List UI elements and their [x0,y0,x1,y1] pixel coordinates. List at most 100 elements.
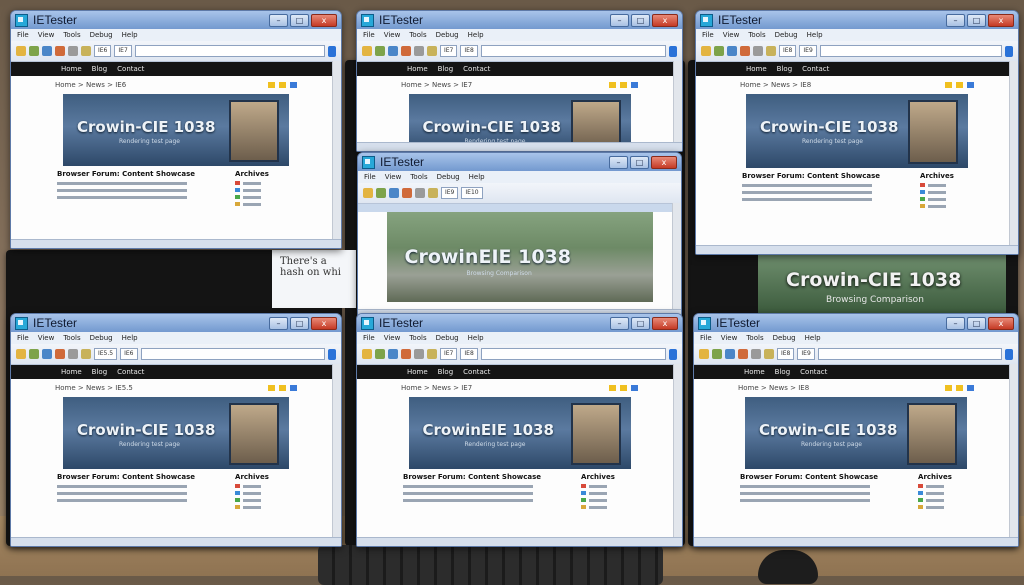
toolbar-icon[interactable] [363,188,373,198]
minimize-button[interactable]: – [609,155,628,169]
sidebar-link[interactable] [918,484,952,488]
menu-item-file[interactable]: File [702,31,714,39]
nav-link-blog[interactable]: Blog [438,368,453,376]
toolbar-icon[interactable] [401,349,411,359]
minimize-button[interactable]: – [946,316,965,330]
toolbar-icon[interactable] [725,349,735,359]
toolbar-icon[interactable] [375,46,385,56]
sidebar-link[interactable] [235,202,269,206]
menu-item-file[interactable]: File [363,31,375,39]
toolbar-icon[interactable] [415,188,425,198]
menu-item-view[interactable]: View [721,334,738,342]
sidebar-link[interactable] [581,505,615,509]
toolbar-icon[interactable] [751,349,761,359]
ietester-window-3[interactable]: IETester – □ x File View Tools Debug Help IE8 IE9 H… [695,10,1019,255]
sidebar-link[interactable] [920,204,954,208]
toolbar-icon[interactable] [699,349,709,359]
ie-version-dropdown[interactable]: IE8 [460,45,478,57]
minimize-button[interactable]: – [946,13,965,27]
menu-item-tools[interactable]: Tools [409,31,426,39]
ie-version-dropdown[interactable]: IE6 [94,45,112,57]
sidebar-link[interactable] [235,498,269,502]
toolbar-icon[interactable] [738,349,748,359]
toolbar-icon[interactable] [402,188,412,198]
title-bar[interactable]: IETester – □ x [11,11,341,29]
toolbar-icon[interactable] [427,349,437,359]
toolbar-icon[interactable] [29,46,39,56]
menu-item-tools[interactable]: Tools [748,31,765,39]
sidebar-link[interactable] [235,188,269,192]
vertical-scrollbar[interactable] [673,364,682,546]
title-bar[interactable]: IETester – □ x [357,314,682,332]
ie-version-dropdown[interactable]: IE7 [440,45,458,57]
toolbar-icon[interactable] [362,46,372,56]
minimize-button[interactable]: – [269,316,288,330]
nav-link-contact[interactable]: Contact [463,368,490,376]
ie-version-dropdown[interactable]: IE9 [441,187,459,199]
sidebar-link[interactable] [235,505,269,509]
toolbar-icon[interactable] [388,349,398,359]
minimize-button[interactable]: – [610,13,629,27]
toolbar-icon[interactable] [362,349,372,359]
title-bar[interactable]: IETester – □ x [11,314,341,332]
menu-item-debug[interactable]: Debug [436,334,459,342]
toolbar-icon[interactable] [42,349,52,359]
menu-item-tools[interactable]: Tools [746,334,763,342]
vertical-scrollbar[interactable] [673,61,682,151]
nav-link-home[interactable]: Home [407,65,428,73]
toolbar-icon[interactable] [375,349,385,359]
maximize-button[interactable]: □ [290,316,309,330]
toolbar-icon[interactable] [740,46,750,56]
menu-item-view[interactable]: View [38,334,55,342]
go-button[interactable] [669,45,677,57]
ie-version-dropdown[interactable]: IE5.5 [94,348,118,360]
sidebar-link[interactable] [918,505,952,509]
maximize-button[interactable]: □ [631,316,650,330]
close-button[interactable]: x [988,316,1014,330]
toolbar-icon[interactable] [712,349,722,359]
toolbar-icon[interactable] [401,46,411,56]
toolbar-icon[interactable] [701,46,711,56]
vertical-scrollbar[interactable] [672,203,681,318]
go-button[interactable] [1005,45,1013,57]
ietester-window-1[interactable]: IETester – □ x File View Tools Debug Help IE6 IE7 H… [10,10,342,249]
menu-item-tools[interactable]: Tools [63,334,80,342]
toolbar-icon[interactable] [16,349,26,359]
close-button[interactable]: x [311,13,337,27]
address-bar[interactable] [480,348,666,360]
toolbar-icon[interactable] [388,46,398,56]
minimize-button[interactable]: – [269,13,288,27]
nav-link-contact[interactable]: Contact [463,65,490,73]
menu-item-view[interactable]: View [384,334,401,342]
title-bar[interactable]: IETester – □ x [357,11,682,29]
menu-item-help[interactable]: Help [122,334,138,342]
go-button[interactable] [1005,348,1013,360]
sidebar-link[interactable] [920,183,954,187]
nav-link-blog[interactable]: Blog [92,65,107,73]
sidebar-link[interactable] [235,484,269,488]
sidebar-link[interactable] [235,181,269,185]
ie-version-dropdown[interactable]: IE10 [461,187,483,199]
ietester-window-4[interactable]: IETester – □ x File View Tools Debug Help IE9 IE10… [357,152,682,319]
vertical-scrollbar[interactable] [1009,364,1018,546]
menu-item-debug[interactable]: Debug [90,334,113,342]
nav-link-contact[interactable]: Contact [800,368,827,376]
ie-version-dropdown[interactable]: IE7 [440,348,458,360]
sidebar-link[interactable] [235,195,269,199]
ie-version-dropdown[interactable]: IE8 [460,348,478,360]
nav-link-blog[interactable]: Blog [777,65,792,73]
sidebar-link[interactable] [920,190,954,194]
address-bar[interactable] [140,348,325,360]
nav-link-home[interactable]: Home [407,368,428,376]
toolbar-icon[interactable] [16,46,26,56]
ie-version-dropdown[interactable]: IE9 [797,348,815,360]
address-bar[interactable] [819,45,1002,57]
vertical-scrollbar[interactable] [332,364,341,546]
toolbar-icon[interactable] [55,46,65,56]
close-button[interactable]: x [988,13,1014,27]
nav-link-contact[interactable]: Contact [802,65,829,73]
toolbar-icon[interactable] [42,46,52,56]
ie-version-dropdown[interactable]: IE8 [779,45,797,57]
title-bar[interactable]: IETester – □ x [696,11,1018,29]
minimize-button[interactable]: – [610,316,629,330]
